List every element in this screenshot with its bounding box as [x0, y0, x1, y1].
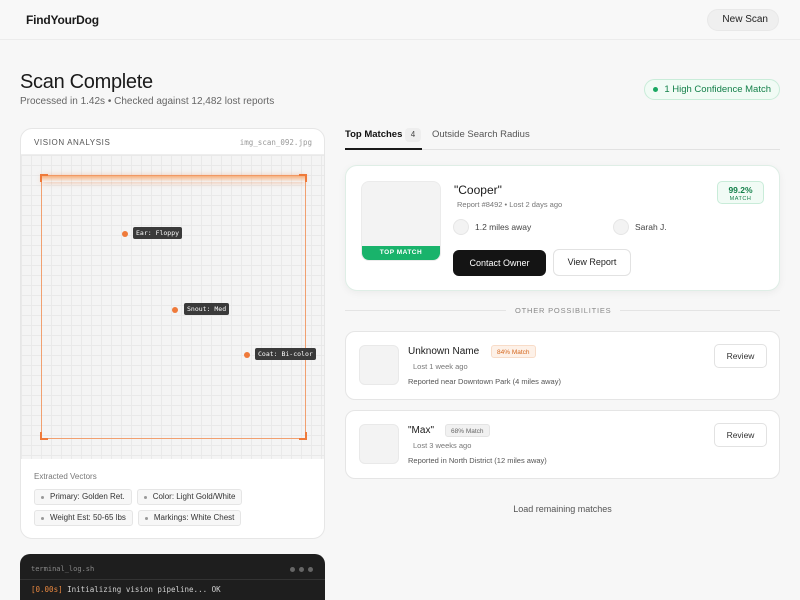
other-possibilities-label: OTHER POSSIBILITIES: [506, 306, 621, 315]
match-percent-badge: 84% Match: [491, 345, 536, 358]
app-logo[interactable]: FindYourDog: [26, 13, 99, 27]
match-card[interactable]: "Max" 68% Match Lost 3 weeks ago Reporte…: [345, 410, 780, 479]
vision-card-header: VISION ANALYSIS img_scan_092.jpg: [21, 129, 324, 155]
vector-chip: Primary: Golden Ret.: [34, 489, 132, 505]
vector-chips: Primary: Golden Ret. Color: Light Gold/W…: [34, 489, 319, 526]
terminal-line: [0.00s] Initializing vision pipeline... …: [31, 585, 221, 594]
tab-top-matches-label: Top Matches: [345, 129, 403, 140]
terminal-header: terminal_log.sh: [20, 554, 325, 580]
location-icon: [453, 219, 469, 235]
feature-tag-snout: Snout: Med: [184, 303, 230, 315]
dog-name: "Cooper": [454, 183, 502, 197]
feature-point-ear: [122, 231, 128, 237]
dog-thumbnail: [359, 345, 399, 385]
page-title: Scan Complete: [20, 71, 153, 93]
report-meta: Report #8492 • Lost 2 days ago: [457, 200, 563, 209]
corner-marker: [40, 432, 48, 440]
vector-chip-label: Primary: Golden Ret.: [50, 492, 125, 501]
review-button[interactable]: Review: [714, 344, 767, 368]
scan-image-area: Ear: Floppy Snout: Med Coat: Bi-color: [21, 155, 324, 459]
feature-tag-coat: Coat: Bi-color: [255, 348, 316, 360]
feature-tag-ear: Ear: Floppy: [133, 227, 183, 239]
distance-text: 1.2 miles away: [475, 222, 532, 232]
results-tabs: Top Matches 4 Outside Search Radius: [345, 124, 780, 150]
dog-photo: TOP MATCH: [361, 181, 441, 261]
match-card[interactable]: Unknown Name 84% Match Lost 1 week ago R…: [345, 331, 780, 400]
bullet-icon: [143, 495, 147, 499]
dog-thumbnail: [359, 424, 399, 464]
owner-avatar: [613, 219, 629, 235]
vision-filename: img_scan_092.jpg: [239, 138, 312, 147]
view-report-button[interactable]: View Report: [553, 249, 631, 276]
load-more-link[interactable]: Load remaining matches: [345, 504, 780, 514]
report-location: Reported in North District (12 miles awa…: [408, 456, 547, 465]
window-dots-icon: [290, 567, 313, 572]
bullet-icon: [41, 516, 44, 520]
lost-time: Lost 1 week ago: [413, 362, 468, 371]
match-score-label: MATCH: [729, 196, 752, 202]
status-dot-icon: [653, 87, 659, 92]
vector-chip: Markings: White Chest: [137, 510, 242, 526]
tab-top-matches[interactable]: Top Matches: [345, 129, 402, 150]
vector-chip: Weight Est: 50-65 lbs: [34, 510, 133, 526]
top-match-badge: TOP MATCH: [362, 246, 440, 260]
vision-title: VISION ANALYSIS: [34, 138, 111, 147]
match-name: "Max": [408, 425, 434, 436]
active-tab-indicator: [345, 148, 422, 150]
vector-chip-label: Color: Light Gold/White: [152, 492, 236, 501]
corner-marker: [299, 432, 307, 440]
feature-point-snout: [172, 307, 178, 313]
terminal-title: terminal_log.sh: [31, 565, 95, 573]
owner-row: Sarah J.: [613, 219, 667, 235]
top-bar: FindYourDog New Scan: [0, 0, 800, 40]
scan-line: [42, 176, 305, 182]
lost-time: Lost 3 weeks ago: [413, 441, 472, 450]
distance-row: 1.2 miles away: [453, 219, 531, 235]
tab-count-badge: 4: [405, 128, 421, 142]
match-name: Unknown Name: [408, 346, 480, 357]
confidence-badge: 1 High Confidence Match: [644, 79, 780, 100]
corner-marker: [299, 174, 307, 182]
terminal-timestamp: [0.00s]: [31, 585, 63, 594]
vision-analysis-card: VISION ANALYSIS img_scan_092.jpg Ear: Fl…: [20, 128, 325, 539]
vector-chip-label: Markings: White Chest: [153, 513, 235, 522]
corner-marker: [40, 174, 48, 182]
bullet-icon: [41, 495, 44, 499]
terminal-text: Initializing vision pipeline... OK: [62, 585, 221, 594]
tab-outside-radius[interactable]: Outside Search Radius: [432, 129, 530, 140]
terminal-panel: terminal_log.sh [0.00s] Initializing vis…: [20, 554, 325, 600]
bullet-icon: [144, 516, 148, 520]
confidence-badge-label: 1 High Confidence Match: [664, 84, 771, 95]
contact-owner-button[interactable]: Contact Owner: [453, 250, 546, 276]
review-button[interactable]: Review: [714, 423, 767, 447]
feature-point-coat: [244, 352, 250, 358]
new-scan-button[interactable]: New Scan: [707, 9, 779, 31]
top-match-card[interactable]: TOP MATCH "Cooper" Report #8492 • Lost 2…: [345, 165, 780, 291]
owner-name: Sarah J.: [635, 222, 667, 232]
scan-subtitle: Processed in 1.42s • Checked against 12,…: [20, 96, 275, 107]
vector-chip-label: Weight Est: 50-65 lbs: [50, 513, 126, 522]
vector-chip: Color: Light Gold/White: [136, 489, 243, 505]
extracted-vectors-label: Extracted Vectors: [34, 472, 97, 481]
match-score-badge: 99.2% MATCH: [717, 181, 764, 204]
match-percent-badge: 68% Match: [445, 424, 490, 437]
match-score-value: 99.2%: [728, 185, 753, 195]
report-location: Reported near Downtown Park (4 miles awa…: [408, 377, 561, 386]
